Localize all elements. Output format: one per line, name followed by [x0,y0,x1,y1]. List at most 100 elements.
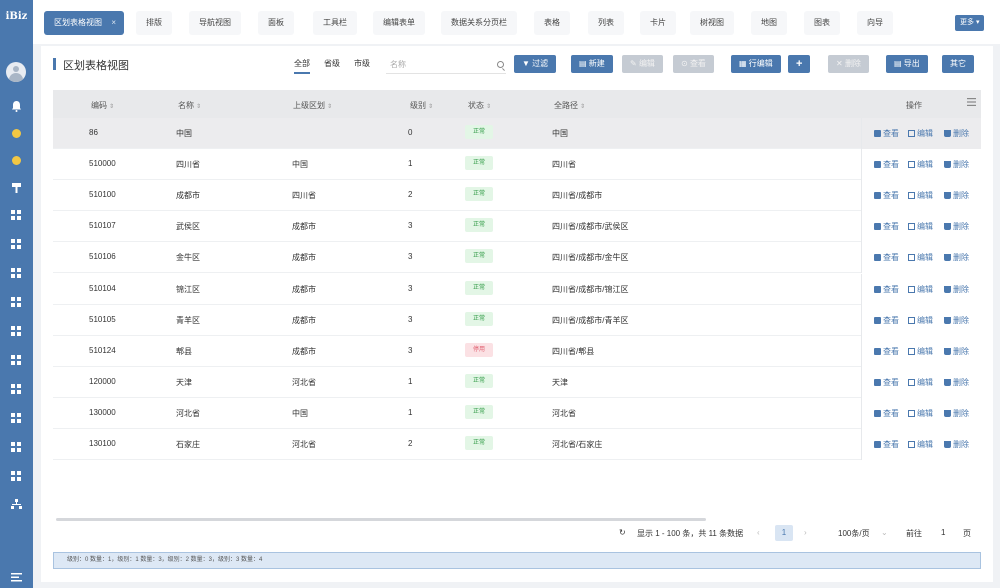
tab-panel[interactable]: 面板 [258,11,294,35]
grid-icon[interactable] [9,266,23,280]
grid-icon[interactable] [9,382,23,396]
page-size-select[interactable]: 100条/页 [838,528,870,539]
user-avatar[interactable] [6,62,26,82]
tab-layout[interactable]: 排版 [136,11,172,35]
tab-tree-view[interactable]: 树视图 [690,11,734,35]
refresh-icon[interactable]: ↻ [619,528,626,537]
grid-icon[interactable] [9,237,23,251]
row-delete-button[interactable]: 删除 [944,221,969,232]
edit-button[interactable]: ✎ 编辑 [622,55,663,73]
grid-icon[interactable] [9,208,23,222]
row-view-button[interactable]: 查看 [874,284,899,295]
row-edit-button[interactable]: 编辑 [908,159,933,170]
row-delete-button[interactable]: 删除 [944,439,969,450]
table-row[interactable]: 510107 武侯区 成都市 3 正常 四川省/成都市/武侯区 查看 编辑 删除 [53,211,981,243]
table-row[interactable]: 510104 锦江区 成都市 3 正常 四川省/成都市/锦江区 查看 编辑 删除 [53,273,981,305]
goto-page-input[interactable]: 1 [941,528,945,537]
paint-roller-icon[interactable] [9,181,23,195]
row-edit-button[interactable]: 编辑 [908,439,933,450]
tab-card[interactable]: 卡片 [640,11,676,35]
grid-icon[interactable] [9,295,23,309]
prev-page-button[interactable]: ‹ [757,528,760,537]
menu-icon[interactable] [9,570,23,584]
column-parent[interactable]: 上级区划 ⇕ [293,100,332,111]
table-row[interactable]: 510105 青羊区 成都市 3 正常 四川省/成都市/青羊区 查看 编辑 删除 [53,304,981,336]
row-edit-button[interactable]: 编辑 [908,408,933,419]
table-row[interactable]: 120000 天津 河北省 1 正常 天津 查看 编辑 删除 [53,366,981,398]
table-row[interactable]: 510000 四川省 中国 1 正常 四川省 查看 编辑 删除 [53,149,981,181]
table-row[interactable]: 510124 郫县 成都市 3 停用 四川省/郫县 查看 编辑 删除 [53,335,981,367]
row-delete-button[interactable]: 删除 [944,346,969,357]
grid-icon[interactable] [9,469,23,483]
tab-map[interactable]: 地图 [751,11,787,35]
tab-toolbar[interactable]: 工具栏 [313,11,357,35]
row-delete-button[interactable]: 删除 [944,190,969,201]
quick-tab-city[interactable]: 市级 [354,58,370,69]
view-button[interactable]: ⊙ 查看 [673,55,714,73]
next-page-button[interactable]: › [804,528,807,537]
search-icon[interactable] [497,61,504,68]
table-row[interactable]: 86 中国 0 正常 中国 查看 编辑 删除 [53,118,981,149]
search-input[interactable]: 名称 [386,56,506,74]
tab-nav-view[interactable]: 导航视图 [189,11,241,35]
row-delete-button[interactable]: 删除 [944,252,969,263]
row-view-button[interactable]: 查看 [874,315,899,326]
page-size-dropdown-icon[interactable]: ⌄ [881,528,888,537]
tab-list[interactable]: 列表 [588,11,624,35]
grid-icon[interactable] [9,440,23,454]
quick-tab-all[interactable]: 全部 [294,58,310,74]
tab-region-grid[interactable]: 区划表格视图 × [44,11,124,35]
column-path[interactable]: 全路径 ⇕ [554,100,585,111]
bell-icon[interactable] [9,99,23,113]
row-edit-button[interactable]: 编辑 [908,252,933,263]
row-edit-button[interactable]: 编辑 [908,284,933,295]
tab-grid[interactable]: 表格 [534,11,570,35]
filter-button[interactable]: ▼ 过滤 [514,55,557,73]
table-row[interactable]: 510106 金牛区 成都市 3 正常 四川省/成都市/金牛区 查看 编辑 删除 [53,242,981,274]
grid-icon[interactable] [9,411,23,425]
row-view-button[interactable]: 查看 [874,221,899,232]
row-view-button[interactable]: 查看 [874,346,899,357]
row-view-button[interactable]: 查看 [874,159,899,170]
tab-wizard[interactable]: 向导 [857,11,893,35]
grid-icon[interactable] [9,353,23,367]
quick-tab-province[interactable]: 省级 [324,58,340,69]
row-edit-button[interactable]: 编辑 [908,377,933,388]
table-row[interactable]: 510100 成都市 四川省 2 正常 四川省/成都市 查看 编辑 删除 [53,180,981,212]
current-page[interactable]: 1 [775,525,793,541]
horizontal-scrollbar[interactable] [56,518,706,521]
tab-edit-form[interactable]: 编辑表单 [373,11,425,35]
row-view-button[interactable]: 查看 [874,377,899,388]
row-view-button[interactable]: 查看 [874,408,899,419]
close-icon[interactable]: × [111,11,116,35]
row-edit-button[interactable]: 编辑 [908,221,933,232]
row-delete-button[interactable]: 删除 [944,315,969,326]
row-view-button[interactable]: 查看 [874,252,899,263]
row-view-button[interactable]: 查看 [874,190,899,201]
row-delete-button[interactable]: 删除 [944,377,969,388]
row-view-button[interactable]: 查看 [874,439,899,450]
add-row-button[interactable]: + [788,55,811,73]
row-edit-button[interactable]: 编辑 [908,128,933,139]
row-delete-button[interactable]: 删除 [944,284,969,295]
row-delete-button[interactable]: 删除 [944,408,969,419]
delete-button[interactable]: ✕ 删除 [828,55,869,73]
row-view-button[interactable]: 查看 [874,128,899,139]
help-icon[interactable] [9,153,23,167]
row-edit-button[interactable]: 编辑 [908,315,933,326]
more-tabs-button[interactable]: 更多 ▾ [955,15,985,31]
row-delete-button[interactable]: 删除 [944,159,969,170]
table-row[interactable]: 130100 石家庄 河北省 2 正常 河北省/石家庄 查看 编辑 删除 [53,429,981,460]
row-delete-button[interactable]: 删除 [944,128,969,139]
gear-icon[interactable] [9,126,23,140]
column-level[interactable]: 级别 ⇕ [410,100,433,111]
column-status[interactable]: 状态 ⇕ [468,100,491,111]
tab-chart[interactable]: 图表 [804,11,840,35]
column-code[interactable]: 编码 ⇕ [91,100,114,111]
sitemap-icon[interactable] [9,497,23,511]
tab-relation-pager[interactable]: 数据关系分页栏 [441,11,517,35]
table-row[interactable]: 130000 河北省 中国 1 正常 河北省 查看 编辑 删除 [53,397,981,429]
column-settings-icon[interactable] [967,98,976,108]
grid-icon[interactable] [9,324,23,338]
row-edit-button[interactable]: ▦ 行编辑 [731,55,781,73]
